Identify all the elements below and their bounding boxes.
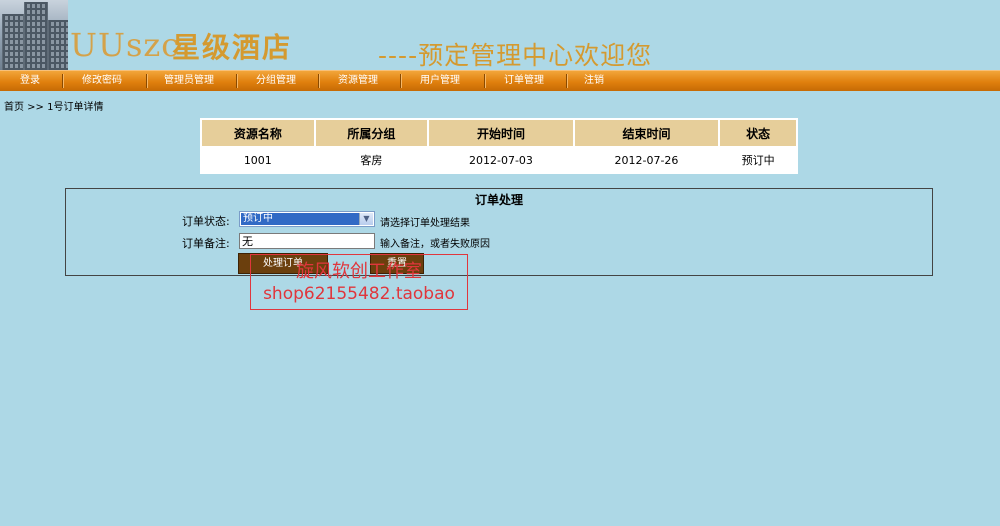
watermark-shop-url: shop62155482.taobao — [263, 284, 455, 304]
header: UUszc 星级酒店 ----预定管理中心欢迎您 — [0, 0, 1000, 70]
nav-divider — [318, 74, 320, 88]
cell-group: 客房 — [315, 148, 428, 172]
brand-hotel-name: 星级酒店 — [172, 31, 293, 64]
remark-hint: 输入备注，或者失败原因 — [380, 239, 490, 250]
nav-item-login[interactable]: 登录 — [10, 71, 50, 91]
status-selected-value: 预订中 — [241, 213, 361, 225]
column-header-group: 所属分组 — [315, 120, 428, 146]
nav-divider — [146, 74, 148, 88]
nav-divider — [484, 74, 486, 88]
chevron-down-icon[interactable]: ▼ — [359, 213, 373, 225]
table-row: 1001 客房 2012-07-03 2012-07-26 预订中 — [202, 148, 796, 172]
status-select[interactable]: 预订中 ▼ — [239, 211, 375, 227]
brand-logo-text: UUszc — [70, 26, 181, 64]
breadcrumb: 首页 >> 1号订单详情 — [4, 102, 104, 113]
column-header-start-time: 开始时间 — [429, 120, 573, 146]
status-label: 订单状态: — [182, 215, 230, 228]
remark-input[interactable] — [239, 233, 375, 249]
nav-divider — [566, 74, 568, 88]
cell-status: 预订中 — [720, 148, 796, 172]
cell-start-time: 2012-07-03 — [429, 148, 573, 172]
order-processing-panel: 订单处理 — [65, 188, 933, 276]
column-header-status: 状态 — [720, 120, 796, 146]
nav-item-admin-management[interactable]: 管理员管理 — [156, 71, 222, 91]
watermark-studio-name: 旋风软创工作室 — [296, 261, 422, 282]
remark-label: 订单备注: — [182, 237, 230, 250]
nav-item-change-password[interactable]: 修改密码 — [72, 71, 132, 91]
watermark-stamp: 旋风软创工作室 shop62155482.taobao — [250, 254, 468, 310]
status-hint: 请选择订单处理结果 — [380, 218, 470, 229]
cell-end-time: 2012-07-26 — [574, 148, 719, 172]
order-detail-table: 资源名称 所属分组 开始时间 结束时间 状态 1001 客房 2012-07-0… — [200, 118, 798, 174]
nav-item-group-management[interactable]: 分组管理 — [246, 71, 306, 91]
table-header-row: 资源名称 所属分组 开始时间 结束时间 状态 — [202, 120, 796, 146]
cell-resource-name: 1001 — [202, 148, 314, 172]
nav-item-user-management[interactable]: 用户管理 — [410, 71, 470, 91]
nav-item-resource-management[interactable]: 资源管理 — [328, 71, 388, 91]
nav-item-logout[interactable]: 注销 — [574, 71, 614, 91]
nav-divider — [62, 74, 64, 88]
column-header-end-time: 结束时间 — [574, 120, 719, 146]
panel-title: 订单处理 — [474, 193, 523, 207]
nav-item-order-management[interactable]: 订单管理 — [494, 71, 554, 91]
nav-divider — [236, 74, 238, 88]
welcome-banner: ----预定管理中心欢迎您 — [378, 41, 653, 70]
nav-bar: 登录 修改密码 管理员管理 分组管理 资源管理 用户管理 订单管理 注销 — [0, 70, 1000, 91]
column-header-resource-name: 资源名称 — [202, 120, 314, 146]
hotel-building-image — [0, 0, 68, 70]
nav-divider — [400, 74, 402, 88]
